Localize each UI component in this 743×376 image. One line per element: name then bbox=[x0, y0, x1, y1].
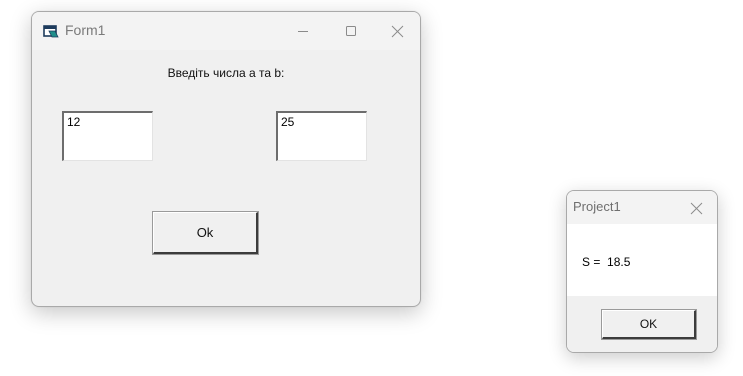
ok-button[interactable]: Ok bbox=[152, 211, 259, 255]
message-body: S = 18.5 bbox=[567, 224, 717, 296]
message-ok-label: OK bbox=[639, 317, 658, 331]
form-app-icon bbox=[43, 24, 59, 38]
message-footer: OK bbox=[567, 296, 717, 352]
message-title: Project1 bbox=[573, 199, 621, 214]
close-button[interactable] bbox=[374, 12, 420, 50]
maximize-button[interactable] bbox=[328, 12, 374, 50]
minimize-button[interactable] bbox=[280, 12, 326, 50]
project1-message-box: Project1 S = 18.5 OK bbox=[566, 190, 718, 353]
input-b[interactable]: 25 bbox=[276, 111, 367, 161]
message-ok-button[interactable]: OK bbox=[601, 309, 697, 340]
prompt-label: Введіть числа a та b: bbox=[167, 66, 285, 80]
title-bar[interactable]: Form1 bbox=[32, 12, 420, 50]
message-title-bar[interactable]: Project1 bbox=[567, 191, 717, 224]
ok-button-label: Ok bbox=[196, 225, 214, 240]
close-icon bbox=[391, 25, 403, 37]
form1-window: Form1 Введіть числа a та b: 12 25 Ok bbox=[31, 11, 421, 307]
desktop: Form1 Введіть числа a та b: 12 25 Ok Pro… bbox=[0, 0, 743, 376]
input-a[interactable]: 12 bbox=[62, 111, 153, 161]
window-title: Form1 bbox=[65, 22, 106, 38]
close-icon bbox=[690, 202, 702, 214]
maximize-icon bbox=[346, 26, 356, 36]
message-close-button[interactable] bbox=[683, 195, 709, 221]
message-text: S = 18.5 bbox=[582, 255, 631, 269]
minimize-icon bbox=[298, 31, 308, 32]
